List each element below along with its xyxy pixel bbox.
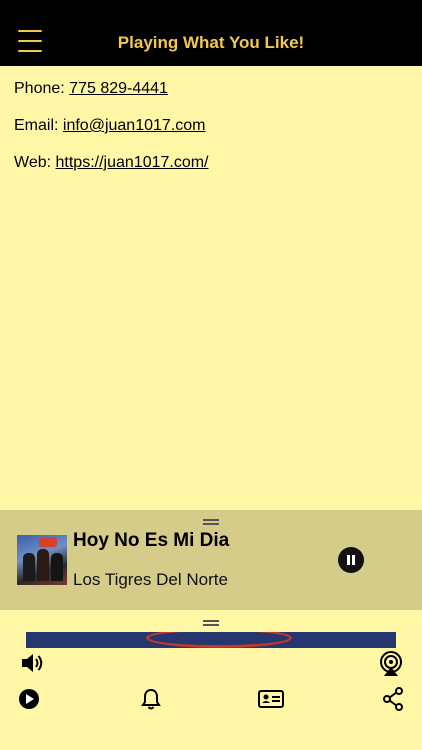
phone-link[interactable]: 775 829-4441 bbox=[69, 80, 168, 97]
bell-icon[interactable] bbox=[141, 688, 161, 710]
drawer-drag-handle-icon[interactable] bbox=[203, 620, 219, 626]
banner-image[interactable] bbox=[26, 632, 396, 648]
web-row: Web: https://juan1017.com/ bbox=[14, 152, 209, 189]
contact-card-icon[interactable] bbox=[258, 689, 284, 709]
phone-label: Phone: bbox=[14, 80, 65, 97]
web-label: Web: bbox=[14, 154, 52, 171]
web-link[interactable]: https://juan1017.com/ bbox=[56, 154, 209, 171]
bottom-controls bbox=[0, 648, 422, 750]
pause-icon[interactable] bbox=[338, 547, 364, 573]
player-drag-handle-icon[interactable] bbox=[203, 519, 219, 525]
email-link[interactable]: info@juan1017.com bbox=[63, 117, 206, 134]
top-bar: Playing What You Like! bbox=[0, 0, 422, 66]
menu-icon[interactable] bbox=[18, 30, 42, 52]
email-row: Email: info@juan1017.com bbox=[14, 115, 209, 152]
volume-icon[interactable] bbox=[20, 652, 44, 674]
airplay-icon[interactable] bbox=[378, 651, 404, 677]
share-icon[interactable] bbox=[382, 687, 404, 711]
song-artist: Los Tigres Del Norte bbox=[73, 570, 228, 589]
contact-info: Phone: 775 829-4441 Email: info@juan1017… bbox=[14, 78, 209, 189]
album-art bbox=[17, 535, 67, 585]
play-icon[interactable] bbox=[18, 688, 40, 710]
phone-row: Phone: 775 829-4441 bbox=[14, 78, 209, 115]
song-title: Hoy No Es Mi Dia bbox=[73, 530, 230, 551]
email-label: Email: bbox=[14, 117, 59, 134]
page-title: Playing What You Like! bbox=[117, 33, 305, 52]
